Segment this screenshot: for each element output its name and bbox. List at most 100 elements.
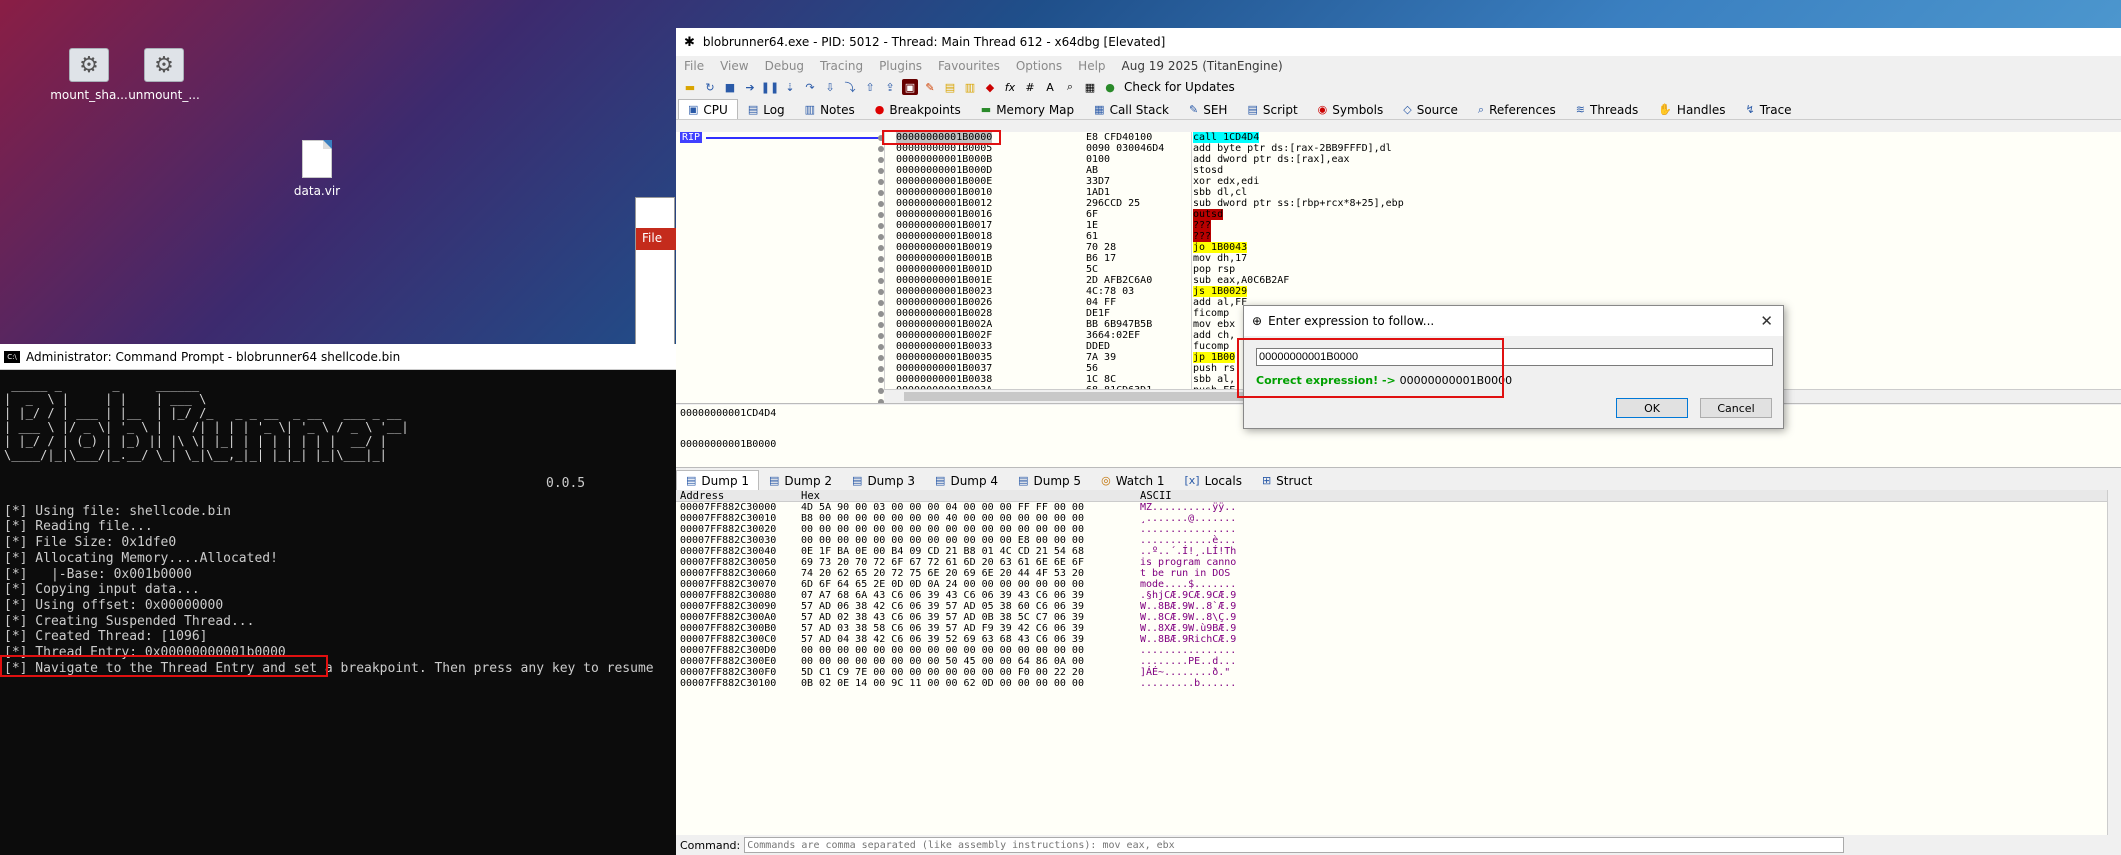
- breakpoint-dot[interactable]: [878, 190, 884, 196]
- tab-trace[interactable]: ↯ Trace: [1736, 99, 1802, 119]
- explorer-window-fragment[interactable]: File: [635, 197, 676, 347]
- explorer-file-menu[interactable]: File: [636, 228, 676, 250]
- dump-row[interactable]: 00007FF882C300B0 57 AD 03 38 58 C6 06 39 …: [676, 623, 2121, 634]
- breakpoint-dot[interactable]: [878, 278, 884, 284]
- dump-row[interactable]: 00007FF882C30100 0B 02 0E 14 00 9C 11 00 …: [676, 678, 2121, 689]
- command-input[interactable]: [744, 837, 1845, 853]
- tab-threads[interactable]: ≋ Threads: [1566, 99, 1648, 119]
- dump-header-hex[interactable]: Hex: [801, 490, 820, 502]
- disasm-row[interactable]: 00000000001B000B 0100 add dword ptr ds:[ra…: [676, 154, 2121, 165]
- disasm-row[interactable]: 00000000001B0017 1E???: [676, 220, 2121, 231]
- tab-watch-1[interactable]: ◎ Watch 1: [1091, 470, 1174, 490]
- breakpoint-dot[interactable]: [878, 289, 884, 295]
- menu-favourites[interactable]: Favourites: [938, 59, 1000, 73]
- dump-header-address[interactable]: Address: [680, 490, 724, 502]
- menu-tracing[interactable]: Tracing: [820, 59, 863, 73]
- strings-icon[interactable]: ⌕: [1062, 79, 1078, 95]
- dump-row[interactable]: 00007FF882C300A0 57 AD 02 38 43 C6 06 39 …: [676, 612, 2121, 623]
- dump-header-ascii[interactable]: ASCII: [1140, 490, 1172, 502]
- tab-handles[interactable]: ✋ Handles: [1648, 99, 1735, 119]
- disasm-row[interactable]: 00000000001B0018 61???: [676, 231, 2121, 242]
- hash-icon[interactable]: #: [1022, 79, 1038, 95]
- breakpoint-dot[interactable]: [878, 311, 884, 317]
- tab-dump-5[interactable]: ▤ Dump 5: [1008, 470, 1091, 490]
- tab-cpu[interactable]: ▣ CPU: [678, 99, 738, 119]
- close-icon[interactable]: ✕: [1760, 312, 1773, 330]
- dump-row[interactable]: 00007FF882C30000 4D 5A 90 00 03 00 00 00 …: [676, 502, 2121, 513]
- breakpoint-dot[interactable]: [878, 234, 884, 240]
- tab-references[interactable]: ⌕ References: [1468, 99, 1566, 119]
- disasm-row[interactable]: 00000000001B0012 296CCD 25 sub dword ptr s…: [676, 198, 2121, 209]
- tab-memory-map[interactable]: ▬ Memory Map: [971, 99, 1084, 119]
- tab-seh[interactable]: ✎ SEH: [1179, 99, 1237, 119]
- dbg-titlebar[interactable]: ✱ blobrunner64.exe - PID: 5012 - Thread:…: [676, 28, 2121, 56]
- dump-vertical-scrollbar[interactable]: [2107, 490, 2121, 835]
- dump-row[interactable]: 00007FF882C300E0 00 00 00 00 00 00 00 00 …: [676, 656, 2121, 667]
- menu-help[interactable]: Help: [1078, 59, 1105, 73]
- x64dbg-window[interactable]: ✱ blobrunner64.exe - PID: 5012 - Thread:…: [676, 28, 2121, 855]
- restart-icon[interactable]: ↻: [702, 79, 718, 95]
- stop-icon[interactable]: ■: [722, 79, 738, 95]
- function-icon[interactable]: fx: [1002, 79, 1018, 95]
- breakpoint-dot[interactable]: [878, 300, 884, 306]
- breakpoint-dot[interactable]: [878, 168, 884, 174]
- trace-into-icon[interactable]: ⇩: [822, 79, 838, 95]
- tab-script[interactable]: ▤ Script: [1237, 99, 1307, 119]
- menu-debug[interactable]: Debug: [765, 59, 804, 73]
- dump-row[interactable]: 00007FF882C30080 07 A7 68 6A 43 C6 06 39 …: [676, 590, 2121, 601]
- menu-plugins[interactable]: Plugins: [879, 59, 922, 73]
- label-icon[interactable]: ▥: [962, 79, 978, 95]
- cmd-titlebar[interactable]: C:\ Administrator: Command Prompt - blob…: [0, 344, 676, 370]
- dump-row[interactable]: 00007FF882C300F0 5D C1 C9 7E 00 00 00 00 …: [676, 667, 2121, 678]
- breakpoint-dot[interactable]: [878, 179, 884, 185]
- dump-row[interactable]: 00007FF882C30010 B8 00 00 00 00 00 00 00 …: [676, 513, 2121, 524]
- breakpoint-dot[interactable]: [878, 223, 884, 229]
- disasm-row[interactable]: 00000000001B0010 1AD1 sbb dl,cl: [676, 187, 2121, 198]
- breakpoint-dot[interactable]: [878, 377, 884, 383]
- dump-row[interactable]: 00007FF882C300C0 57 AD 04 38 42 C6 06 39 …: [676, 634, 2121, 645]
- tab-notes[interactable]: ▥ Notes: [795, 99, 865, 119]
- disasm-row[interactable]: 00000000001B0016 6F outsd: [676, 209, 2121, 220]
- dump-row[interactable]: 00007FF882C30030 00 00 00 00 00 00 00 00 …: [676, 535, 2121, 546]
- font-icon[interactable]: A: [1042, 79, 1058, 95]
- patch-icon[interactable]: ✎: [922, 79, 938, 95]
- menu-options[interactable]: Options: [1016, 59, 1062, 73]
- dump-row[interactable]: 00007FF882C30020 00 00 00 00 00 00 00 00 …: [676, 524, 2121, 535]
- disasm-row[interactable]: 00000000001B0023 4C:78 03 js 1B0029: [676, 286, 2121, 297]
- bookmark-icon[interactable]: ◆: [982, 79, 998, 95]
- desktop-icon-data-vir[interactable]: data.vir: [272, 140, 362, 198]
- dialog-titlebar[interactable]: ⊕ Enter expression to follow...: [1244, 306, 1783, 336]
- tab-source[interactable]: ◇ Source: [1393, 99, 1468, 119]
- tab-breakpoints[interactable]: ● Breakpoints: [865, 99, 971, 119]
- check-for-updates-button[interactable]: Check for Updates: [1124, 80, 1235, 94]
- breakpoint-dot[interactable]: [878, 267, 884, 273]
- breakpoint-dot[interactable]: [878, 333, 884, 339]
- step-over-icon[interactable]: ↷: [802, 79, 818, 95]
- dump-row[interactable]: 00007FF882C30070 6D 6F 64 65 2E 0D 0D 0A …: [676, 579, 2121, 590]
- desktop-icon-unmount[interactable]: ⚙ unmount_...: [119, 48, 209, 102]
- breakpoint-dot[interactable]: [878, 256, 884, 262]
- breakpoint-dot[interactable]: [878, 157, 884, 163]
- disasm-row[interactable]: 00000000001B0019 70 28 jo 1B0043: [676, 242, 2121, 253]
- trace-over-icon[interactable]: ⤵: [842, 79, 858, 95]
- dump-row[interactable]: 00007FF882C30090 57 AD 06 38 42 C6 06 39 …: [676, 601, 2121, 612]
- ok-button[interactable]: OK: [1616, 398, 1688, 418]
- dump-row[interactable]: 00007FF882C30050 69 73 20 70 72 6F 67 72 …: [676, 557, 2121, 568]
- dump-row[interactable]: 00007FF882C30040 0E 1F BA 0E 00 B4 09 CD …: [676, 546, 2121, 557]
- tab-dump-4[interactable]: ▤ Dump 4: [925, 470, 1008, 490]
- breakpoint-dot[interactable]: [878, 212, 884, 218]
- dump-row[interactable]: 00007FF882C30060 74 20 62 65 20 72 75 6E …: [676, 568, 2121, 579]
- breakpoint-dot[interactable]: [878, 366, 884, 372]
- run-icon[interactable]: ➔: [742, 79, 758, 95]
- tab-dump-2[interactable]: ▤ Dump 2: [759, 470, 842, 490]
- calculator-icon[interactable]: ▦: [1082, 79, 1098, 95]
- disasm-row[interactable]: 00000000001B000E 33D7 xor edx,edi: [676, 176, 2121, 187]
- hex-dump-view[interactable]: Address Hex ASCII 00007FF882C30000 4D 5A …: [676, 490, 2121, 835]
- menu-file[interactable]: File: [684, 59, 704, 73]
- tab-locals[interactable]: [x] Locals: [1175, 470, 1252, 490]
- tab-dump-1[interactable]: ▤ Dump 1: [676, 470, 760, 490]
- run-to-user-code-icon[interactable]: ⇪: [882, 79, 898, 95]
- disasm-row[interactable]: 00000000001B001B B6 17 mov dh,17: [676, 253, 2121, 264]
- dump-row[interactable]: 00007FF882C300D0 00 00 00 00 00 00 00 00 …: [676, 645, 2121, 656]
- disasm-row[interactable]: 00000000001B000D AB stosd: [676, 165, 2121, 176]
